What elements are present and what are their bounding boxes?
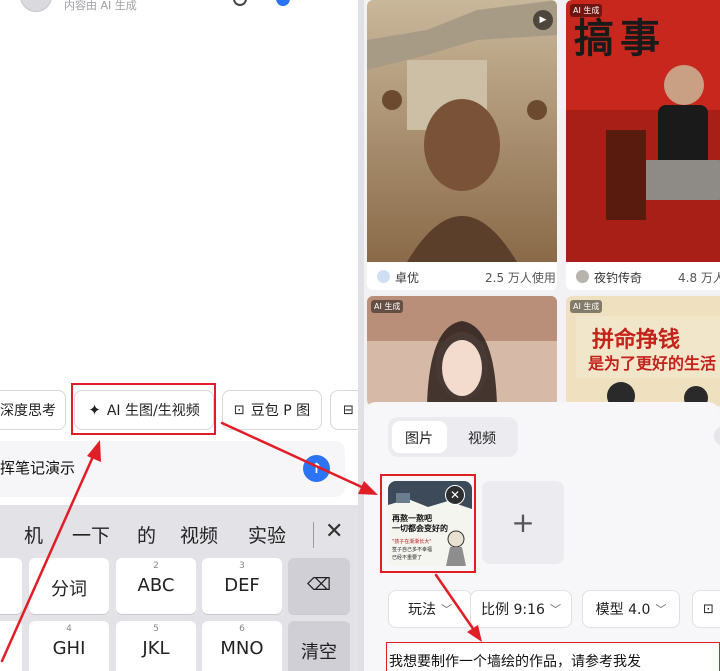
- speaker-icon[interactable]: [276, 0, 290, 6]
- prompt-text: 我想要制作一个墙绘的作品，请参考我发: [389, 654, 641, 670]
- ai-badge: AI 生成: [570, 4, 603, 17]
- ratio-dropdown[interactable]: 比例 9:16 ﹀: [470, 590, 572, 628]
- prompt-input[interactable]: 我想要制作一个墙绘的作品，请参考我发: [386, 642, 720, 671]
- avatar: [377, 270, 390, 283]
- key-abc[interactable]: 2 ABC: [116, 558, 196, 614]
- candidate-separator: [313, 522, 314, 548]
- model-label: 模型 4.0: [595, 602, 651, 618]
- deep-think-chip[interactable]: 深度思考: [0, 390, 66, 430]
- ai-badge: AI 生成: [371, 300, 404, 313]
- chevron-down-icon: ﹀: [441, 603, 452, 616]
- key-label: DEF: [224, 575, 260, 596]
- send-button[interactable]: ↑: [303, 455, 330, 482]
- size-button[interactable]: ⊡: [692, 590, 720, 628]
- key-mno[interactable]: 6 MNO: [202, 621, 282, 671]
- ai-generated-note: 内容由 AI 生成: [64, 0, 137, 12]
- key-segment[interactable]: 分词: [29, 558, 109, 614]
- plus-icon: +: [511, 506, 535, 539]
- candidate-2[interactable]: 一下: [72, 521, 110, 548]
- copy-icon[interactable]: [233, 0, 247, 6]
- candidate-1[interactable]: 机: [24, 521, 43, 548]
- message-input-text: 挥笔记演示: [0, 459, 76, 477]
- key-label: MNO: [220, 638, 264, 659]
- template-card-4[interactable]: 拼命挣钱 是为了更好的生活 AI 生成: [566, 296, 720, 406]
- avatar: [576, 270, 589, 283]
- resize-icon: ⊡: [703, 601, 714, 617]
- doubao-p-label: 豆包 P 图: [250, 403, 311, 419]
- more-tools-chip[interactable]: ⊟: [330, 390, 358, 430]
- model-dropdown[interactable]: 模型 4.0 ﹀: [582, 590, 680, 628]
- ratio-label: 比例 9:16: [481, 602, 545, 618]
- key-label: ABC: [137, 575, 175, 596]
- key-label: 清空: [301, 642, 337, 663]
- candidate-5[interactable]: 实验: [248, 521, 286, 548]
- key-label: JKL: [142, 638, 170, 659]
- screenshot-root: 内容由 AI 生成 深度思考 ✦ AI 生图/生视频 ⊡ 豆包 P 图 ⊟ 挥笔…: [0, 0, 720, 671]
- chevron-down-icon: ﹀: [549, 603, 561, 616]
- card-author: 夜钓传奇: [594, 271, 643, 285]
- doubao-p-chip[interactable]: ⊡ 豆包 P 图: [222, 390, 322, 430]
- mode-dropdown[interactable]: 玩法 ﹀: [388, 590, 472, 628]
- deep-think-label: 深度思考: [0, 403, 56, 419]
- mode-label: 玩法: [408, 602, 436, 618]
- close-icon[interactable]: ✕: [325, 519, 343, 544]
- chat-panel: 内容由 AI 生成 深度思考 ✦ AI 生图/生视频 ⊡ 豆包 P 图 ⊟ 挥笔…: [0, 0, 358, 671]
- key-left-edge[interactable]: [0, 558, 22, 614]
- candidate-4[interactable]: 视频: [180, 521, 218, 548]
- card-banner-line2: 是为了更好的生活: [588, 354, 717, 373]
- key-def[interactable]: 3 DEF: [202, 558, 282, 614]
- highlight-ai-generate: [71, 383, 216, 435]
- key-ghi[interactable]: 4 GHI: [29, 621, 109, 671]
- template-card-2[interactable]: 搞事 AI 生成 夜钓传奇 4.8 万人: [566, 0, 720, 290]
- backspace-key[interactable]: ⌫: [288, 558, 350, 614]
- tab-video[interactable]: 视频: [468, 428, 496, 448]
- highlight-reference-image: [380, 474, 476, 573]
- document-icon: ⊟: [343, 402, 354, 418]
- arrow-up-icon: ↑: [310, 460, 323, 477]
- ai-badge: AI 生成: [570, 300, 603, 313]
- template-card-3[interactable]: AI 生成: [367, 296, 557, 406]
- key-jkl[interactable]: 5 JKL: [116, 621, 196, 671]
- add-image-button[interactable]: +: [482, 481, 564, 564]
- card-author: 卓优: [395, 271, 420, 285]
- play-icon[interactable]: ▶: [533, 10, 553, 30]
- card-usage-count: 2.5 万人使用: [485, 271, 556, 285]
- backspace-icon: ⌫: [306, 575, 332, 595]
- avatar: [20, 0, 52, 12]
- image-edit-icon: ⊡: [233, 402, 245, 418]
- key-left-edge-2[interactable]: [0, 621, 22, 671]
- template-card-1[interactable]: ▶ 卓优 2.5 万人使用: [367, 0, 557, 290]
- chevron-down-icon: ﹀: [655, 603, 667, 616]
- card-image-1: [367, 0, 557, 262]
- card-usage-count: 4.8 万人: [678, 271, 720, 285]
- clear-key[interactable]: 清空: [288, 621, 350, 671]
- key-label: GHI: [52, 638, 86, 659]
- key-label: 分词: [51, 579, 87, 600]
- candidate-3[interactable]: 的: [137, 521, 156, 548]
- tab-image[interactable]: 图片: [405, 428, 433, 448]
